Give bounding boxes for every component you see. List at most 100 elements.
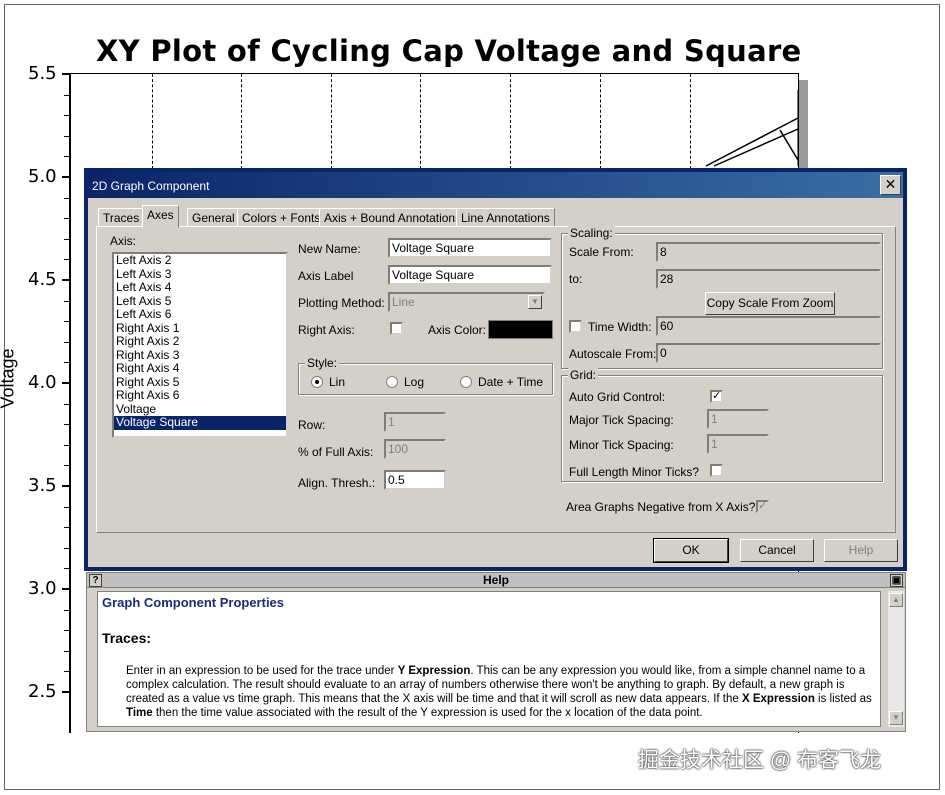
new-name-label: New Name: (298, 242, 361, 256)
graph-component-dialog: 2D Graph Component ✕ Traces Axes General… (84, 168, 907, 571)
minor-tick-label: Minor Tick Spacing: (569, 438, 674, 452)
axis-list[interactable]: Left Axis 2 Left Axis 3 Left Axis 4 Left Ax… (112, 252, 288, 438)
autoscale-from-label: Autoscale From: (569, 347, 657, 361)
trace-line-3 (779, 129, 799, 161)
dialog-title: 2D Graph Component (92, 179, 210, 193)
scale-to-input[interactable]: 28 (656, 269, 881, 289)
axis-list-item[interactable]: Left Axis 3 (114, 267, 286, 282)
help-section-title: Traces: (102, 630, 152, 646)
axis-label-label: Axis Label (298, 269, 354, 283)
cancel-button[interactable]: Cancel (740, 539, 814, 562)
pct-full-axis-label: % of Full Axis: (298, 445, 374, 459)
align-thresh-input[interactable]: 0.5 (384, 470, 446, 490)
trace-line-2 (713, 128, 799, 167)
scroll-down-icon[interactable]: ▼ (889, 711, 903, 725)
style-log-radio[interactable] (386, 376, 398, 388)
ok-button[interactable]: OK (653, 538, 729, 563)
full-length-minor-label: Full Length Minor Ticks? (569, 465, 700, 479)
axis-list-item[interactable]: Left Axis 4 (114, 280, 286, 295)
axis-list-item[interactable]: Left Axis 5 (114, 294, 286, 309)
scale-from-input[interactable]: 8 (656, 242, 881, 262)
help-paragraph: Enter in an expression to be used for th… (126, 664, 874, 720)
axis-list-item[interactable]: Left Axis 2 (114, 254, 286, 268)
style-datetime-label: Date + Time (478, 375, 544, 389)
scaling-group: Scaling: Scale From: 8 to: 28 Copy Scale… (561, 226, 883, 369)
chevron-down-icon[interactable]: ▼ (528, 295, 542, 309)
help-scrollbar[interactable]: ▲ ▼ (888, 591, 904, 727)
full-length-minor-checkbox[interactable] (710, 464, 723, 477)
help-text-run: then the time value associated with the … (152, 707, 703, 719)
time-width-checkbox[interactable] (569, 320, 582, 333)
close-icon: ✕ (884, 176, 897, 192)
align-thresh-label: Align. Thresh.: (298, 476, 376, 490)
tab-traces[interactable]: Traces (98, 208, 145, 227)
minor-tick-input[interactable]: 1 (707, 434, 769, 454)
dialog-titlebar[interactable]: 2D Graph Component ✕ (88, 172, 903, 198)
right-axis-label: Right Axis: (298, 323, 355, 337)
axis-list-label: Axis: (110, 234, 137, 248)
tab-colors-fonts[interactable]: Colors + Fonts (237, 208, 326, 227)
close-button[interactable]: ✕ (880, 175, 901, 195)
area-graphs-label: Area Graphs Negative from X Axis? (566, 500, 756, 514)
axis-list-item[interactable]: Right Axis 2 (114, 334, 286, 349)
pct-full-axis-input[interactable]: 100 (384, 439, 446, 459)
help-bar-title: Help (482, 573, 509, 587)
help-panel: ? Help ▣ Graph Component Properties Trac… (86, 572, 906, 732)
scaling-group-title: Scaling: (568, 226, 615, 240)
area-graphs-checkbox[interactable]: ✓ (756, 500, 769, 513)
row-input[interactable]: 1 (384, 412, 446, 432)
axis-list-item[interactable]: Voltage (114, 402, 286, 417)
axis-list-item[interactable]: Right Axis 5 (114, 375, 286, 390)
scale-from-label: Scale From: (569, 245, 634, 259)
auto-grid-checkbox[interactable]: ✓ (710, 390, 723, 403)
tab-general[interactable]: General (187, 208, 240, 227)
copy-scale-from-zoom-button[interactable]: Copy Scale From Zoom (705, 292, 835, 315)
expand-icon[interactable]: ▣ (890, 574, 903, 587)
axis-color-label: Axis Color: (428, 323, 487, 337)
axis-list-item[interactable]: Right Axis 4 (114, 361, 286, 376)
tab-line-annotations[interactable]: Line Annotations (456, 208, 555, 227)
row-label: Row: (298, 418, 326, 432)
axis-list-item[interactable]: Right Axis 6 (114, 388, 286, 403)
style-log-label: Log (404, 375, 425, 389)
help-text-run: X Expression (741, 693, 815, 705)
plotting-method-value: Line (392, 295, 415, 309)
help-text-run: Y Expression (397, 665, 471, 677)
help-bar: ? Help ▣ (87, 573, 905, 588)
scale-to-label: to: (569, 272, 583, 286)
new-name-input[interactable]: Voltage Square (388, 238, 552, 258)
right-axis-checkbox[interactable] (390, 322, 403, 335)
help-text-run: Time (126, 707, 153, 719)
autoscale-from-input[interactable]: 0 (656, 343, 881, 363)
help-text-run: Enter in an expression to be used for th… (126, 665, 398, 677)
grid-group-title: Grid: (568, 368, 599, 382)
watermark: 掘金技术社区 @ 布客飞龙 (638, 749, 881, 772)
time-width-label: Time Width: (588, 320, 652, 334)
scroll-up-icon[interactable]: ▲ (889, 593, 903, 607)
axis-color-swatch[interactable] (488, 320, 553, 339)
style-group-title: Style: (305, 356, 340, 370)
axis-list-item[interactable]: Voltage Square (114, 415, 286, 430)
style-group: Style: Lin Log Date + Time (298, 356, 553, 395)
style-datetime-radio[interactable] (460, 376, 472, 388)
axis-label-input[interactable]: Voltage Square (388, 265, 552, 285)
major-tick-input[interactable]: 1 (707, 409, 769, 429)
style-lin-radio[interactable] (311, 376, 323, 388)
help-button[interactable]: Help (824, 539, 898, 562)
help-text-run: is listed as (814, 693, 872, 705)
plotting-method-select[interactable]: Line ▼ (388, 292, 545, 312)
style-lin-label: Lin (329, 375, 346, 389)
dialog-body: 2D Graph Component ✕ Traces Axes General… (88, 172, 903, 567)
axis-list-item[interactable]: Right Axis 3 (114, 348, 286, 363)
trace-line-1 (705, 117, 799, 167)
time-width-input[interactable]: 60 (656, 316, 881, 336)
tab-axes[interactable]: Axes (142, 205, 179, 228)
tab-axis-bound-annotations[interactable]: Axis + Bound Annotations (319, 208, 467, 227)
plotting-method-label: Plotting Method: (298, 296, 385, 310)
question-icon[interactable]: ? (89, 574, 102, 587)
axis-list-item[interactable]: Left Axis 6 (114, 307, 286, 322)
grid-group: Grid: Auto Grid Control: ✓ Major Tick Sp… (561, 368, 883, 482)
auto-grid-label: Auto Grid Control: (569, 390, 666, 404)
major-tick-label: Major Tick Spacing: (569, 413, 674, 427)
axis-list-item[interactable]: Right Axis 1 (114, 321, 286, 336)
